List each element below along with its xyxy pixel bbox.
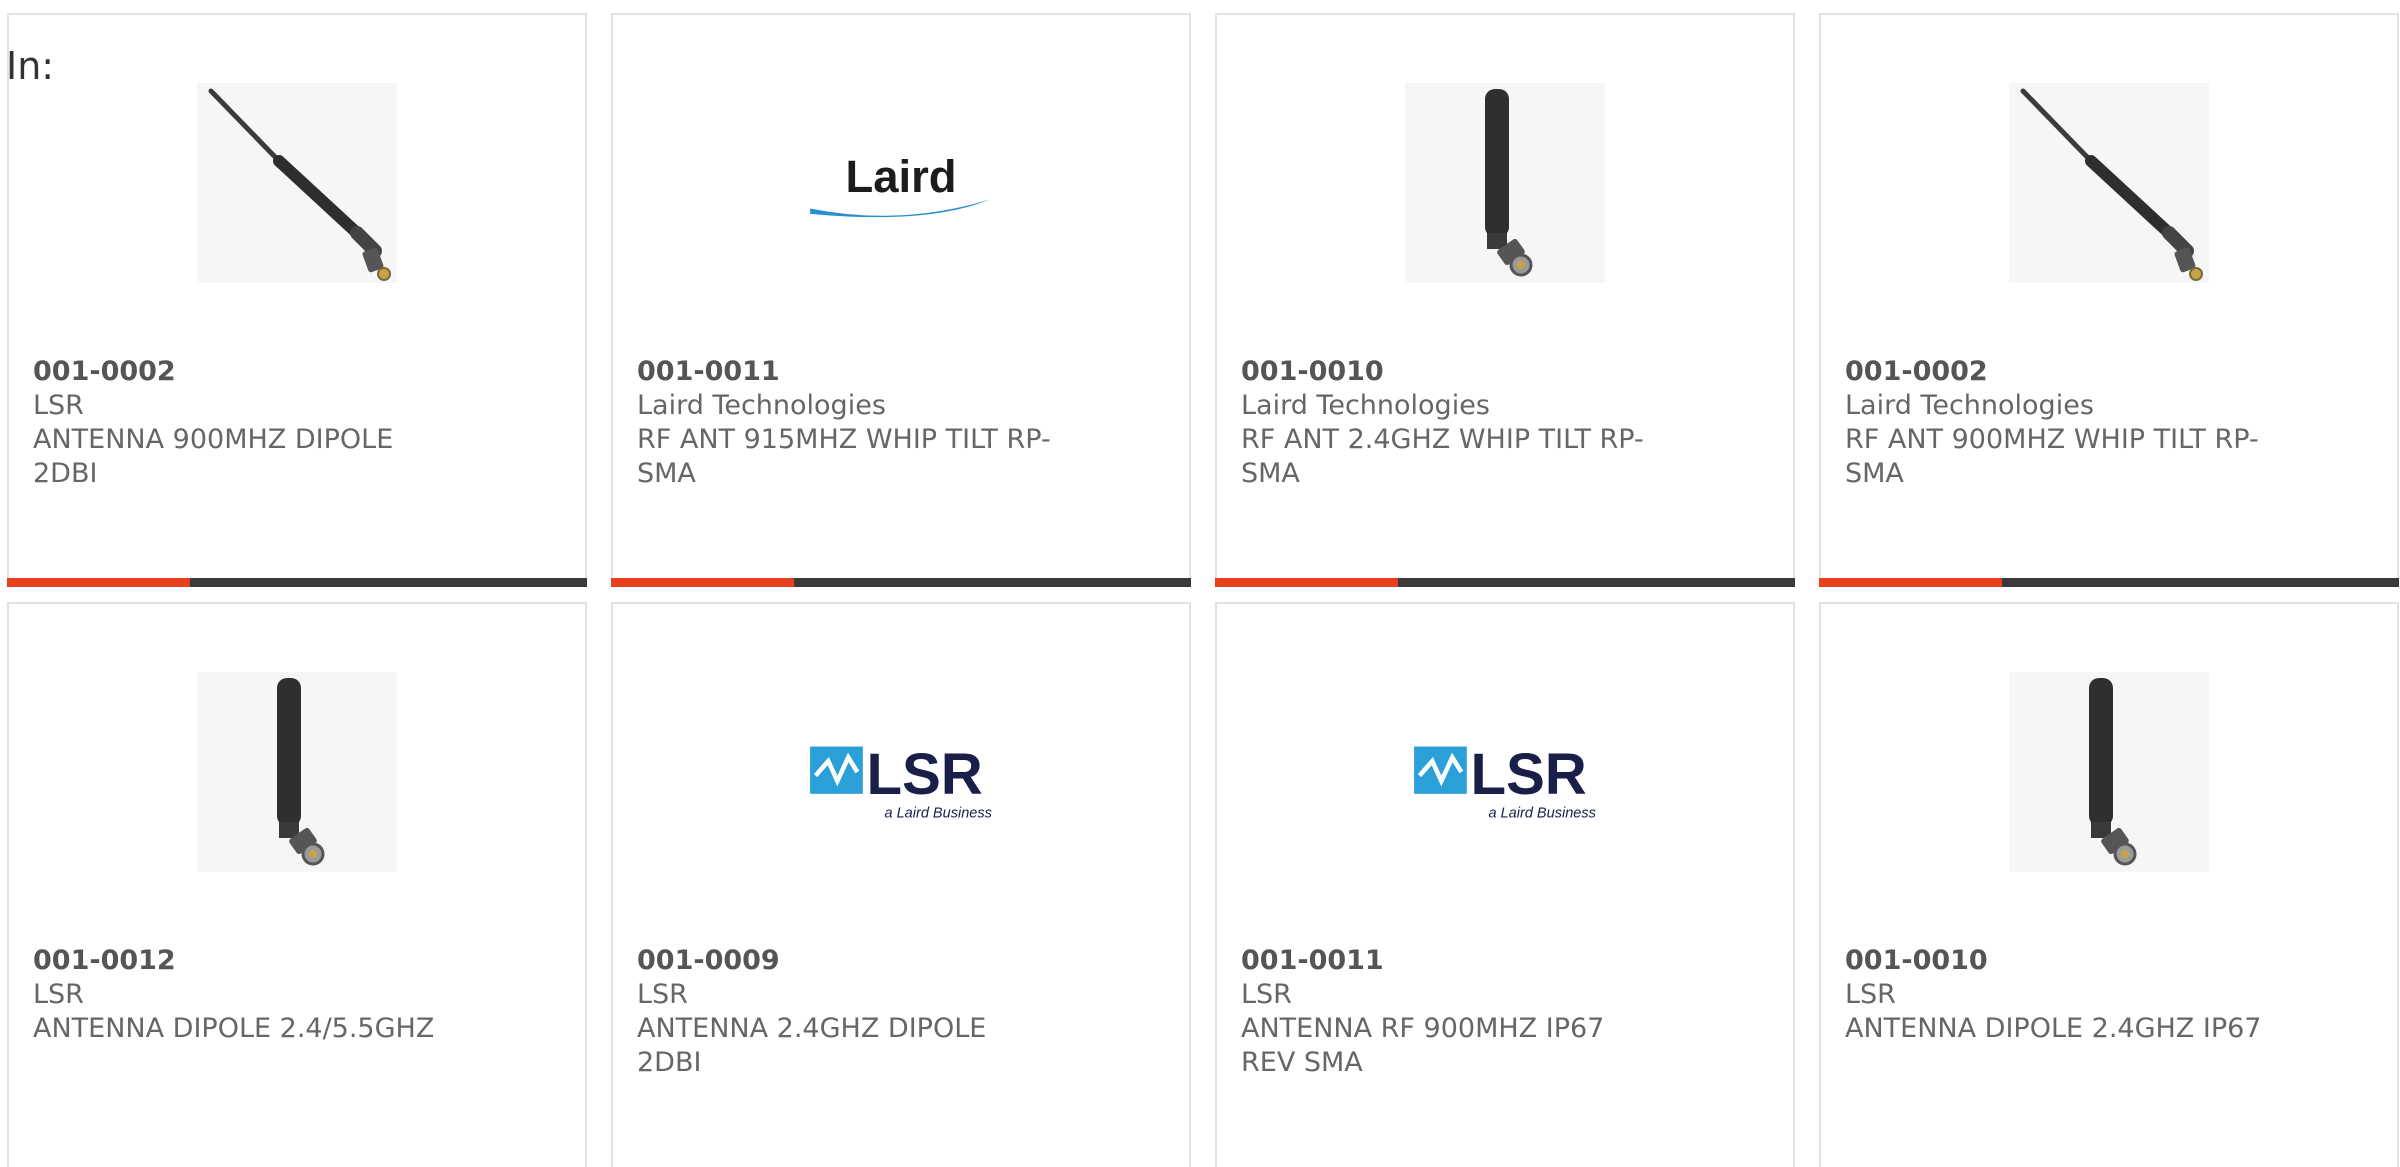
- product-grid: 001-0002 LSR ANTENNA 900MHZ DIPOLE 2DBI …: [7, 13, 2399, 1167]
- product-card[interactable]: 001-0012 LSR ANTENNA DIPOLE 2.4/5.5GHZ: [7, 602, 587, 1167]
- part-number[interactable]: 001-0012: [33, 944, 561, 978]
- product-description: ANTENNA DIPOLE 2.4/5.5GHZ: [33, 1013, 435, 1044]
- product-image[interactable]: [197, 672, 397, 872]
- in-label: In:: [6, 44, 55, 88]
- lsr-logo-text: LSR: [1470, 742, 1586, 807]
- manufacturer: LSR: [1241, 979, 1292, 1010]
- manufacturer: LSR: [33, 390, 84, 421]
- product-card[interactable]: 001-0010 LSR ANTENNA DIPOLE 2.4GHZ IP67: [1819, 602, 2399, 1167]
- part-number[interactable]: 001-0011: [1241, 944, 1769, 978]
- product-description: ANTENNA 2.4GHZ DIPOLE 2DBI: [637, 1013, 987, 1078]
- lsr-logo-subtext: a Laird Business: [884, 805, 991, 821]
- product-description: RF ANT 900MHZ WHIP TILT RP-SMA: [1845, 424, 2259, 489]
- product-image[interactable]: [2009, 83, 2209, 283]
- card-accent-bar: [611, 578, 794, 587]
- card-accent-bar: [7, 578, 190, 587]
- manufacturer: LSR: [1845, 979, 1896, 1010]
- manufacturer: Laird Technologies: [1845, 390, 2094, 421]
- product-image[interactable]: LSR a Laird Business: [1405, 672, 1605, 872]
- part-number[interactable]: 001-0002: [1845, 355, 2373, 389]
- manufacturer: Laird Technologies: [1241, 390, 1490, 421]
- part-number[interactable]: 001-0010: [1241, 355, 1769, 389]
- manufacturer: Laird Technologies: [637, 390, 886, 421]
- product-info: 001-0002 LSR ANTENNA 900MHZ DIPOLE 2DBI: [33, 355, 561, 491]
- laird-logo: Laird: [810, 151, 991, 218]
- product-info: 001-0012 LSR ANTENNA DIPOLE 2.4/5.5GHZ: [33, 944, 561, 1046]
- product-info: 001-0009 LSR ANTENNA 2.4GHZ DIPOLE 2DBI: [637, 944, 1165, 1080]
- part-number[interactable]: 001-0010: [1845, 944, 2373, 978]
- lsr-logo-text: LSR: [866, 742, 982, 807]
- product-description: ANTENNA 900MHZ DIPOLE 2DBI: [33, 424, 394, 489]
- card-bottom-bar: [611, 578, 1191, 587]
- part-number[interactable]: 001-0009: [637, 944, 1165, 978]
- lsr-logo-subtext: a Laird Business: [1488, 805, 1595, 821]
- vertical-antenna-icon: [277, 678, 325, 866]
- vertical-antenna-icon: [1485, 89, 1533, 277]
- product-card[interactable]: LSR a Laird Business 001-0009 LSR ANTENN…: [611, 602, 1191, 1167]
- tilted-antenna-icon: [208, 88, 391, 281]
- product-card[interactable]: LSR a Laird Business 001-0011 LSR ANTENN…: [1215, 602, 1795, 1167]
- product-description: ANTENNA DIPOLE 2.4GHZ IP67: [1845, 1013, 2262, 1044]
- card-accent-bar: [1215, 578, 1398, 587]
- product-info: 001-0002 Laird Technologies RF ANT 900MH…: [1845, 355, 2373, 491]
- manufacturer: LSR: [33, 979, 84, 1010]
- card-bottom-bar: [7, 578, 587, 587]
- product-image[interactable]: [1405, 83, 1605, 283]
- card-accent-bar: [1819, 578, 2002, 587]
- vertical-antenna-icon: [2089, 678, 2137, 866]
- part-number[interactable]: 001-0011: [637, 355, 1165, 389]
- card-bottom-bar: [1819, 578, 2399, 587]
- laird-logo-text: Laird: [845, 151, 956, 202]
- search-results-page: 001-0002 LSR ANTENNA 900MHZ DIPOLE 2DBI …: [0, 0, 2400, 1167]
- product-image[interactable]: Laird: [801, 83, 1001, 283]
- lsr-logo: LSR a Laird Business: [810, 742, 992, 821]
- product-description: RF ANT 2.4GHZ WHIP TILT RP-SMA: [1241, 424, 1644, 489]
- product-info: 001-0011 Laird Technologies RF ANT 915MH…: [637, 355, 1165, 491]
- product-description: ANTENNA RF 900MHZ IP67 REV SMA: [1241, 1013, 1605, 1078]
- product-info: 001-0010 LSR ANTENNA DIPOLE 2.4GHZ IP67: [1845, 944, 2373, 1046]
- manufacturer: LSR: [637, 979, 688, 1010]
- product-description: RF ANT 915MHZ WHIP TILT RP-SMA: [637, 424, 1051, 489]
- product-image[interactable]: [2009, 672, 2209, 872]
- product-info: 001-0011 LSR ANTENNA RF 900MHZ IP67 REV …: [1241, 944, 1769, 1080]
- part-number[interactable]: 001-0002: [33, 355, 561, 389]
- product-image[interactable]: [197, 83, 397, 283]
- product-card[interactable]: 001-0010 Laird Technologies RF ANT 2.4GH…: [1215, 13, 1795, 587]
- product-image[interactable]: LSR a Laird Business: [801, 672, 1001, 872]
- product-info: 001-0010 Laird Technologies RF ANT 2.4GH…: [1241, 355, 1769, 491]
- product-card[interactable]: 001-0002 Laird Technologies RF ANT 900MH…: [1819, 13, 2399, 587]
- product-card[interactable]: 001-0002 LSR ANTENNA 900MHZ DIPOLE 2DBI: [7, 13, 587, 587]
- product-card[interactable]: Laird 001-0011 Laird Technologies RF ANT…: [611, 13, 1191, 587]
- card-bottom-bar: [1215, 578, 1795, 587]
- lsr-logo: LSR a Laird Business: [1414, 742, 1596, 821]
- tilted-antenna-icon: [2020, 88, 2203, 281]
